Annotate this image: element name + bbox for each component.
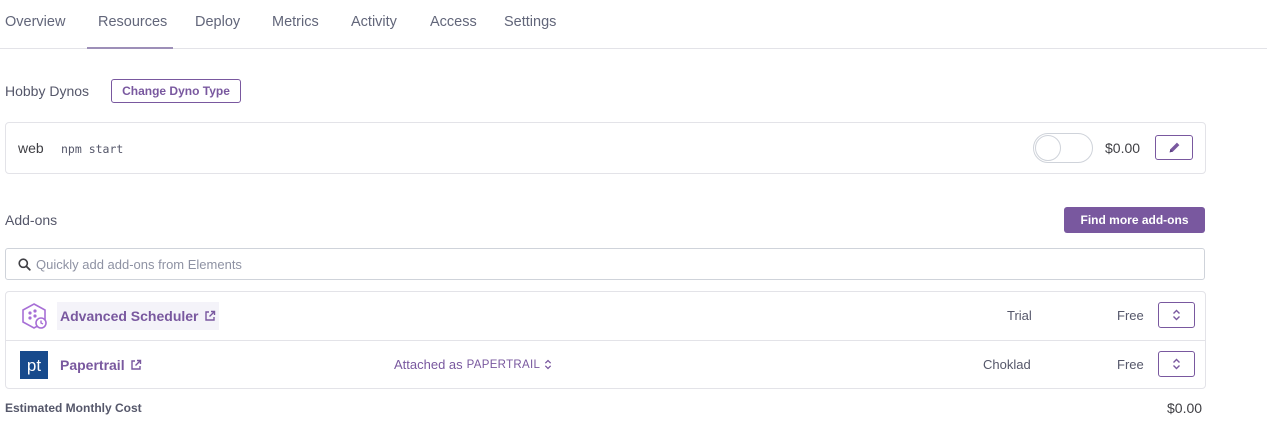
external-link-icon — [130, 359, 141, 370]
tab-bar: Overview Resources Deploy Metrics Activi… — [0, 0, 1267, 49]
attachment-var-name: PAPERTRAIL — [466, 358, 541, 371]
addon-search-box — [5, 248, 1205, 280]
change-dyno-type-button[interactable]: Change Dyno Type — [111, 79, 241, 103]
addon-name-link[interactable]: Advanced Scheduler — [57, 302, 219, 330]
tab-settings[interactable]: Settings — [504, 14, 556, 30]
tab-metrics[interactable]: Metrics — [272, 14, 319, 30]
pencil-icon — [1169, 142, 1179, 153]
addon-row: pt Papertrail Attached as PAPERTRAIL Cho… — [6, 341, 1205, 390]
tab-deploy[interactable]: Deploy — [195, 14, 240, 30]
addons-section-title: Add-ons — [5, 212, 58, 228]
dyno-card: web npm start $0.00 — [5, 122, 1206, 174]
tab-access[interactable]: Access — [430, 14, 477, 30]
chevron-up-down-icon — [1173, 358, 1180, 370]
dynos-section-title: Hobby Dynos — [5, 83, 90, 99]
dyno-process-name: web — [18, 140, 44, 156]
addon-row: Advanced Scheduler Trial Free — [6, 292, 1205, 341]
addon-name-link[interactable]: Papertrail — [57, 351, 145, 379]
addon-cost: Free — [1117, 357, 1144, 372]
attached-as-label: Attached as — [394, 357, 463, 372]
attachment-selector[interactable]: Attached as PAPERTRAIL — [394, 357, 552, 372]
addon-plan: Choklad — [983, 357, 1031, 372]
dyno-price: $0.00 — [1105, 140, 1141, 156]
estimated-cost-label: Estimated Monthly Cost — [5, 401, 142, 415]
estimated-cost-total: $0.00 — [1167, 400, 1203, 416]
external-link-icon — [204, 310, 215, 321]
svg-text:pt: pt — [27, 356, 41, 375]
tab-activity[interactable]: Activity — [351, 14, 397, 30]
toggle-knob — [1035, 135, 1061, 161]
edit-dyno-button[interactable] — [1155, 135, 1193, 160]
tab-overview[interactable]: Overview — [5, 14, 65, 30]
addon-name: Papertrail — [60, 357, 125, 373]
find-more-addons-button[interactable]: Find more add-ons — [1064, 207, 1205, 233]
scheduler-icon — [19, 301, 49, 331]
chevron-up-down-icon — [1173, 309, 1180, 321]
addon-options-button[interactable] — [1158, 302, 1195, 328]
addon-name: Advanced Scheduler — [60, 308, 199, 324]
active-tab-indicator — [87, 47, 173, 49]
papertrail-logo: pt — [19, 350, 49, 380]
addon-search-input[interactable] — [36, 249, 1186, 279]
dyno-command: npm start — [61, 142, 124, 156]
tab-resources[interactable]: Resources — [98, 14, 167, 30]
addon-options-button[interactable] — [1158, 351, 1195, 377]
addons-list: Advanced Scheduler Trial Free pt Papertr… — [5, 291, 1206, 389]
search-icon — [18, 258, 31, 271]
addon-cost: Free — [1117, 308, 1144, 323]
addon-plan: Trial — [1007, 308, 1032, 323]
dyno-toggle-switch[interactable] — [1033, 133, 1093, 163]
chevron-up-down-icon — [545, 359, 552, 370]
